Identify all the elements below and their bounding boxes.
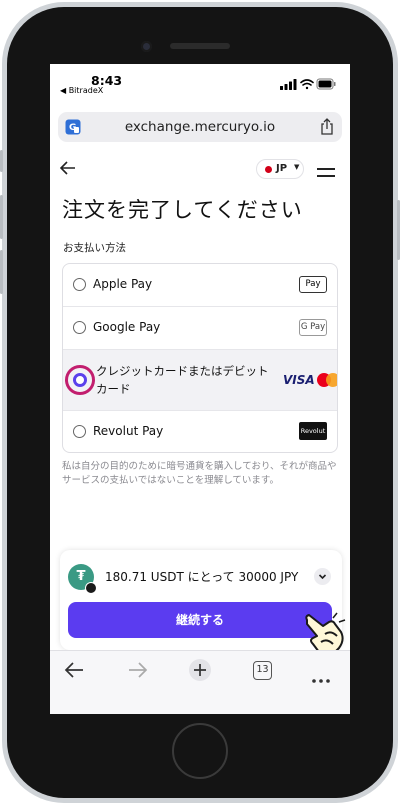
payment-method-label: お支払い方法 [63,242,126,254]
more-icon[interactable] [312,668,330,687]
radio-card[interactable] [73,373,87,387]
chevron-down-icon[interactable] [314,568,331,585]
payment-option-card[interactable]: クレジットカードまたはデビットカード VISA [63,350,337,411]
volume-down-button [0,250,3,294]
payment-option-label: Google Pay [93,320,161,334]
browser-toolbar: 13 [50,650,350,714]
order-summary-text: 180.71 USDT にとって 30000 JPY [105,570,299,584]
caret-down-icon: ▼ [294,163,300,171]
address-bar[interactable]: G exchange.mercuryo.io [58,112,342,142]
language-selector[interactable]: JP ▼ [256,159,304,179]
payment-option-label: Revolut Pay [93,424,164,438]
radio-revolut-pay[interactable] [73,425,86,438]
volume-up-button [0,195,3,239]
payment-option-label: クレジットカードまたはデビットカード [96,364,269,396]
home-button[interactable] [172,723,228,779]
back-to-app-link[interactable]: ◀ BitradeX [60,86,103,95]
payment-option-apple-pay[interactable]: Apple Pay Pay [63,264,337,307]
japan-flag-icon [265,166,272,173]
language-label: JP [276,163,288,174]
apple-pay-badge-icon: Pay [299,276,327,293]
battery-icon [316,78,336,90]
page-title: 注文を完了してください [62,198,303,222]
mute-switch [0,150,3,172]
new-tab-icon[interactable] [188,658,212,686]
payment-option-google-pay[interactable]: Google Pay G Pay [63,307,337,350]
revolut-badge-icon: Revolut [299,422,327,440]
order-summary-card: ₮ 180.71 USDT にとって 30000 JPY 継続する [60,550,342,650]
tabs-button[interactable]: 13 [253,661,272,680]
google-pay-badge-icon: G Pay [299,319,327,336]
wifi-icon [300,79,314,90]
screen: 8:43 ◀ BitradeX G exchange.mercuryo.io J… [50,64,350,714]
share-icon[interactable] [320,118,334,139]
phone-frame: 8:43 ◀ BitradeX G exchange.mercuryo.io J… [0,0,400,805]
visa-logo-icon: VISA [283,373,315,387]
front-camera [141,41,152,52]
radio-apple-pay[interactable] [73,278,86,291]
browser-forward-icon[interactable] [128,661,148,683]
payment-method-list: Apple Pay Pay Google Pay G Pay クレジットカードま… [62,263,338,453]
hamburger-menu-icon[interactable] [317,164,335,183]
disclaimer-text: 私は自分の目的のために暗号通貨を購入しており、それが商品やサービスの支払いではな… [62,461,337,486]
network-badge-icon [85,582,97,594]
status-icons [280,75,336,94]
mastercard-logo-icon [317,373,337,387]
back-arrow-icon[interactable] [59,160,76,179]
browser-back-icon[interactable] [64,661,84,683]
continue-button[interactable]: 継続する [68,602,332,638]
status-bar: 8:43 ◀ BitradeX [50,64,350,98]
cellular-signal-icon [280,79,297,90]
earpiece-speaker [170,43,230,49]
radio-google-pay[interactable] [73,321,86,334]
page-header: JP ▼ [50,158,350,184]
url-text[interactable]: exchange.mercuryo.io [58,119,342,135]
payment-option-label: Apple Pay [93,277,153,291]
payment-option-revolut-pay[interactable]: Revolut Pay Revolut [63,411,337,452]
